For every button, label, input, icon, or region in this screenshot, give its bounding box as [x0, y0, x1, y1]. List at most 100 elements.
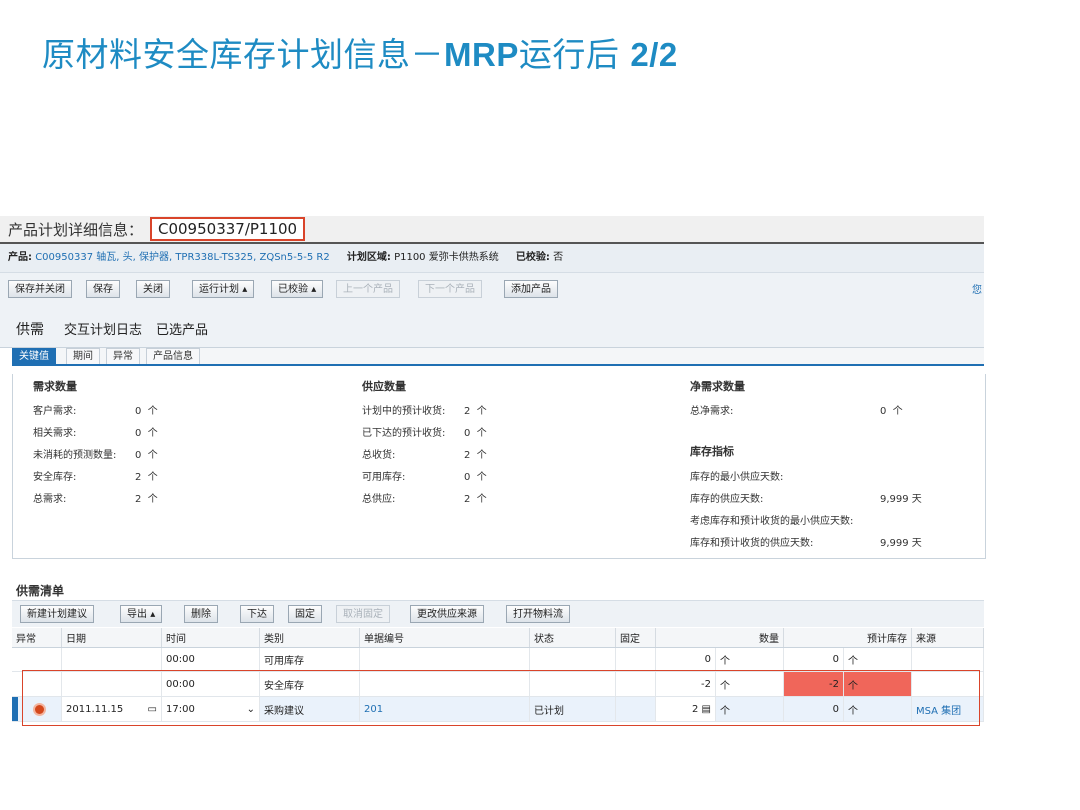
fix-button[interactable]: 固定 [288, 605, 322, 623]
row-category: 采购建议 [260, 697, 360, 721]
table-row-selected[interactable]: 2011.11.15 ▭ 17:00 ⌄ 采购建议 201 已计划 2 ▤ 个 0 … [12, 697, 984, 722]
kv-label: 总需求: [33, 494, 67, 505]
release-button[interactable]: 下达 [240, 605, 274, 623]
col-source[interactable]: 来源 [912, 628, 984, 647]
kv-label: 客户需求: [33, 406, 77, 417]
col-date[interactable]: 日期 [62, 628, 162, 647]
row-stock-unit: 个 [844, 648, 912, 671]
inventory-label: 库存的供应天数: [690, 494, 764, 505]
product-label: 产品: [8, 252, 32, 263]
subtab-product-info[interactable]: 产品信息 [146, 348, 200, 364]
export-button[interactable]: 导出 ▴ [120, 605, 163, 623]
col-status[interactable]: 状态 [530, 628, 616, 647]
dropdown-arrow-icon: ▴ [311, 284, 317, 295]
col-fixed[interactable]: 固定 [616, 628, 656, 647]
row-quantity-unit: 个 [716, 697, 784, 721]
close-button[interactable]: 关闭 [136, 280, 170, 298]
kv-row: 相关需求: 0 个 [33, 424, 215, 439]
row-source-link[interactable]: MSA 集团 [912, 697, 984, 721]
corner-link[interactable]: 您 [972, 281, 982, 296]
col-projected-stock[interactable]: 预计库存 [784, 628, 912, 647]
table-row[interactable]: 00:00 安全库存 -2 个 -2 个 [12, 672, 984, 697]
quantity-input[interactable]: 2 ▤ [656, 697, 716, 721]
demand-title: 需求数量 [33, 380, 77, 393]
row-status [530, 648, 616, 671]
sub-tabs: 关键值 期间 异常 产品信息 [12, 348, 984, 366]
supply-title: 供应数量 [362, 380, 406, 393]
kv-value: 2 个 [464, 406, 487, 417]
unfix-button[interactable]: 取消固定 [336, 605, 390, 623]
row-category: 可用库存 [260, 648, 360, 671]
next-product-button[interactable]: 下一个产品 [418, 280, 482, 298]
date-picker[interactable]: 2011.11.15 ▭ [62, 697, 162, 721]
inventory-value: 9,999 天 [880, 538, 922, 549]
delete-button[interactable]: 删除 [184, 605, 218, 623]
main-toolbar: 保存并关闭 保存 关闭 运行计划 ▴ 已校验 ▴ 上一个产品 下一个产品 添加产… [0, 273, 984, 307]
exception-cell [18, 697, 62, 721]
slide-title: 原材料安全库存计划信息－MRP运行后 2/2 [42, 28, 678, 76]
row-status [530, 672, 616, 696]
save-button[interactable]: 保存 [86, 280, 120, 298]
col-category[interactable]: 类别 [260, 628, 360, 647]
kv-value: 2 个 [135, 494, 158, 505]
product-info-bar: 产品: C00950337 轴瓦, 头, 保护器, TPR338L-TS325,… [0, 244, 984, 273]
checked-value: 否 [553, 252, 564, 263]
area-value: P1100 爱弥卡供热系统 [394, 252, 499, 263]
chevron-down-icon[interactable]: ⌄ [247, 704, 255, 715]
product-id-highlight: C00950337/P1100 [150, 217, 306, 241]
table-row[interactable]: 00:00 可用库存 0 个 0 个 [12, 648, 984, 672]
row-time: 00:00 [162, 648, 260, 671]
supply-demand-grid: 异常 日期 时间 类别 单据编号 状态 固定 数量 预计库存 来源 00:00 … [12, 628, 984, 722]
row-stock-unit: 个 [844, 672, 912, 696]
title-page: 2/2 [630, 36, 678, 73]
note-icon[interactable]: ▤ [702, 704, 711, 715]
row-quantity: -2 [656, 672, 716, 696]
col-exception[interactable]: 异常 [12, 628, 62, 647]
row-document [360, 648, 530, 671]
prev-product-button[interactable]: 上一个产品 [336, 280, 400, 298]
kv-value: 2 个 [135, 472, 158, 483]
save-close-button[interactable]: 保存并关闭 [8, 280, 72, 298]
col-document[interactable]: 单据编号 [360, 628, 530, 647]
inventory-row: 库存的供应天数: 9,999 天 [690, 490, 960, 505]
kv-value: 0 个 [135, 428, 158, 439]
tab-interactive-log[interactable]: 交互计划日志 [64, 319, 142, 338]
checked-button[interactable]: 已校验 ▴ [271, 280, 324, 298]
new-proposal-button[interactable]: 新建计划建议 [20, 605, 94, 623]
subtab-exceptions[interactable]: 异常 [106, 348, 140, 364]
kv-row: 客户需求: 0 个 [33, 402, 215, 417]
tab-supply-demand[interactable]: 供需 [16, 319, 44, 339]
kv-label: 总供应: [362, 494, 396, 505]
inventory-label: 库存和预计收货的供应天数: [690, 538, 814, 549]
kv-value: 0 个 [464, 428, 487, 439]
row-quantity: 0 [656, 648, 716, 671]
inventory-title: 库存指标 [690, 445, 734, 458]
checked-label: 已校验: [515, 252, 550, 263]
add-product-button[interactable]: 添加产品 [504, 280, 558, 298]
row-time: 17:00 [166, 703, 195, 715]
material-flow-button[interactable]: 打开物料流 [506, 605, 570, 623]
tab-selected-products[interactable]: 已选产品 [156, 319, 208, 338]
title-mrp: MRP [444, 36, 519, 73]
change-source-button[interactable]: 更改供应来源 [410, 605, 484, 623]
product-link[interactable]: C00950337 轴瓦, 头, 保护器, TPR338L-TS325, ZQS… [35, 252, 330, 263]
row-document-link[interactable]: 201 [360, 697, 530, 721]
product-planning-window: 产品计划详细信息： C00950337/P1100 产品: C00950337 … [0, 216, 986, 726]
row-date [62, 672, 162, 696]
kv-row: 安全库存: 2 个 [33, 468, 215, 483]
kv-label: 相关需求: [33, 428, 77, 439]
kv-row: 总供应: 2 个 [362, 490, 544, 505]
subtab-periods[interactable]: 期间 [66, 348, 100, 364]
header-label: 产品计划详细信息： [8, 221, 144, 239]
calendar-icon[interactable]: ▭ [148, 704, 157, 715]
subtab-key-values[interactable]: 关键值 [12, 348, 56, 364]
kv-row: 总需求: 2 个 [33, 490, 215, 505]
time-select[interactable]: 17:00 ⌄ [162, 697, 260, 721]
kv-label: 总收货: [362, 450, 396, 461]
col-quantity[interactable]: 数量 [656, 628, 784, 647]
kv-label: 可用库存: [362, 472, 406, 483]
row-stock-unit: 个 [844, 697, 912, 721]
area-label: 计划区域: [346, 252, 391, 263]
run-plan-button[interactable]: 运行计划 ▴ [192, 280, 255, 298]
col-time[interactable]: 时间 [162, 628, 260, 647]
